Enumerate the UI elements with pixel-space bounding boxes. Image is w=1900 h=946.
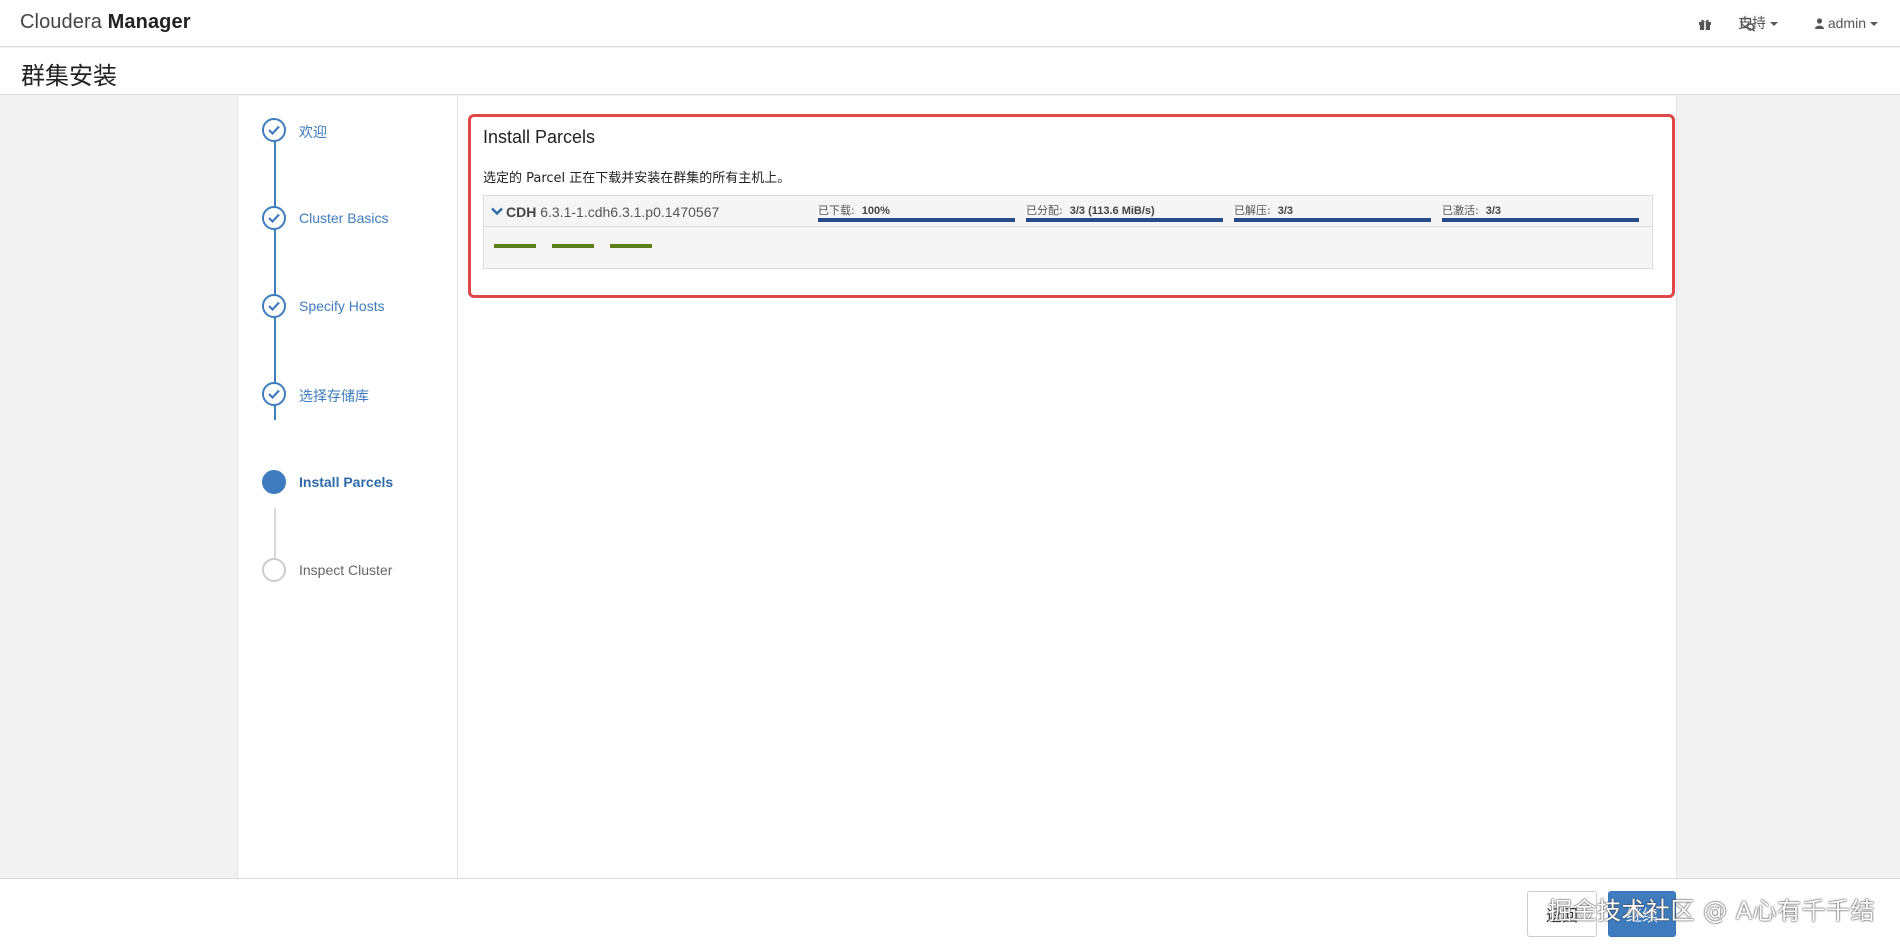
stat-value: 3/3 bbox=[1277, 205, 1294, 217]
user-menu[interactable]: admin bbox=[1814, 0, 1878, 47]
step-circle bbox=[262, 294, 286, 318]
step-label: Cluster Basics bbox=[299, 210, 389, 226]
stat-downloaded: 已下载: 100% bbox=[818, 202, 1016, 226]
stat-label: 已激活: bbox=[1442, 204, 1479, 217]
host-progress-bar[interactable] bbox=[494, 244, 536, 248]
stat-value: 3/3 bbox=[1485, 205, 1502, 217]
step-circle bbox=[262, 206, 286, 230]
top-navbar: Cloudera Manager 支持 admin bbox=[0, 0, 1900, 47]
panel-description: 选定的 Parcel 正在下载并安装在群集的所有主机上。 bbox=[483, 171, 791, 186]
page-title-bar: 群集安装 bbox=[0, 48, 1900, 95]
chevron-down-icon bbox=[1870, 22, 1878, 27]
step-welcome[interactable]: 欢迎 bbox=[262, 118, 452, 144]
step-select-repository[interactable]: 选择存储库 bbox=[262, 382, 452, 408]
step-label: 选择存储库 bbox=[299, 388, 369, 404]
step-install-parcels[interactable]: Install Parcels bbox=[262, 470, 452, 496]
parcel-row: CDH 6.3.1-1.cdh6.3.1.p0.1470567 已下载: 100… bbox=[483, 195, 1653, 269]
stat-distributed: 已分配: 3/3 (113.6 MiB/s) bbox=[1026, 202, 1224, 226]
step-label: Inspect Cluster bbox=[299, 562, 393, 578]
step-circle-pending bbox=[262, 558, 286, 582]
parcel-name[interactable]: CDH 6.3.1-1.cdh6.3.1.p0.1470567 bbox=[506, 204, 719, 220]
stat-label: 已下载: bbox=[818, 204, 855, 217]
step-label: 欢迎 bbox=[299, 124, 327, 140]
stat-unpacked: 已解压: 3/3 bbox=[1234, 202, 1432, 226]
gift-icon bbox=[1699, 19, 1711, 31]
stat-progress-bar bbox=[1442, 218, 1639, 222]
check-icon bbox=[268, 389, 280, 399]
check-icon bbox=[268, 301, 280, 311]
host-progress-bar[interactable] bbox=[610, 244, 652, 248]
watermark: 掘金技术社区 @ A心有千千结 bbox=[1548, 897, 1876, 925]
host-progress-bar[interactable] bbox=[552, 244, 594, 248]
stat-progress-bar bbox=[1026, 218, 1223, 222]
step-connector-done bbox=[274, 132, 276, 420]
brand-bold: Manager bbox=[107, 11, 191, 33]
step-circle bbox=[262, 382, 286, 406]
stat-activated: 已激活: 3/3 bbox=[1442, 202, 1640, 226]
step-circle-active bbox=[262, 470, 286, 494]
stat-progress-bar bbox=[1234, 218, 1431, 222]
user-label: admin bbox=[1827, 15, 1866, 31]
check-icon bbox=[268, 125, 280, 135]
chevron-down-icon bbox=[1770, 22, 1778, 27]
step-cluster-basics[interactable]: Cluster Basics bbox=[262, 206, 452, 232]
stat-progress-bar bbox=[818, 218, 1015, 222]
stat-label: 已分配: bbox=[1026, 204, 1063, 217]
step-label: Specify Hosts bbox=[299, 298, 385, 314]
stat-label: 已解压: bbox=[1234, 204, 1271, 217]
step-label: Install Parcels bbox=[299, 474, 394, 490]
brand-light: Cloudera bbox=[20, 11, 102, 33]
support-menu[interactable]: 支持 bbox=[1738, 0, 1782, 47]
parcel-header: CDH 6.3.1-1.cdh6.3.1.p0.1470567 已下载: 100… bbox=[484, 196, 1652, 227]
gift-button[interactable] bbox=[1698, 0, 1712, 47]
support-label: 支持 bbox=[1738, 15, 1766, 31]
step-circle bbox=[262, 118, 286, 142]
chevron-down-icon[interactable] bbox=[491, 207, 503, 215]
wizard-footer: 返回 继续 掘金技术社区 @ A心有千千结 bbox=[0, 878, 1900, 946]
step-specify-hosts[interactable]: Specify Hosts bbox=[262, 294, 452, 320]
step-inspect-cluster: Inspect Cluster bbox=[262, 558, 452, 584]
brand-logo[interactable]: Cloudera Manager bbox=[20, 11, 191, 34]
wizard-steps: 欢迎 Cluster Basics Specify Hosts 选择存储库 In… bbox=[238, 96, 458, 878]
panel-title: Install Parcels bbox=[483, 127, 596, 147]
check-icon bbox=[268, 213, 280, 223]
page-title: 群集安装 bbox=[21, 62, 117, 90]
user-icon bbox=[1814, 18, 1824, 29]
parcel-version: 6.3.1-1.cdh6.3.1.p0.1470567 bbox=[540, 204, 720, 220]
stat-value: 100% bbox=[861, 205, 890, 217]
install-parcels-panel: Install Parcels 选定的 Parcel 正在下载并安装在群集的所有… bbox=[468, 114, 1675, 298]
parcel-product: CDH bbox=[506, 204, 537, 220]
stat-value: 3/3 (113.6 MiB/s) bbox=[1069, 205, 1155, 217]
